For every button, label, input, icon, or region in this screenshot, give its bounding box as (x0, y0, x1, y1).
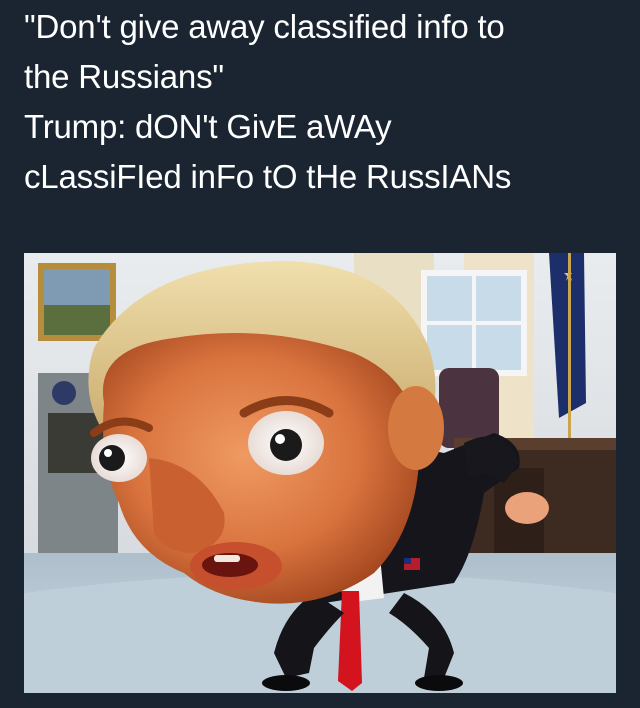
caption-line-1: "Don't give away classified info to (24, 8, 505, 45)
caption-line-3: Trump: dON't GivE aWAy (24, 108, 392, 145)
caption-line-2: the Russians" (24, 58, 224, 95)
meme-image (24, 253, 616, 693)
caption-line-4: cLassiFIed inFo tO tHe RussIANs (24, 158, 512, 195)
meme-caption: "Don't give away classified info to the … (24, 2, 624, 202)
